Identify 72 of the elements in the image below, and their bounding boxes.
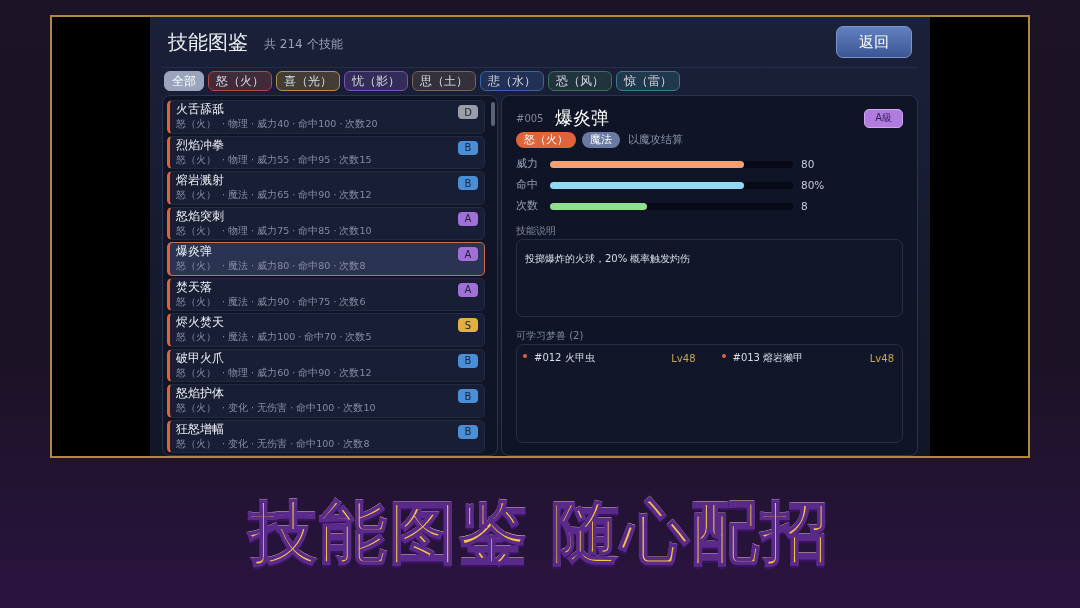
stat-label: 次数 (516, 199, 539, 213)
stat-value: 8 (801, 200, 808, 212)
skill-stats: 怒（火） · 魔法 · 威力100 · 命中70 · 次数5 (176, 331, 373, 345)
skill-row[interactable]: 烬火焚天 怒（火） · 魔法 · 威力100 · 命中70 · 次数5 S (167, 313, 485, 347)
section-label: 技能说明 (516, 224, 557, 238)
page-title: 技能图鉴 (168, 28, 248, 56)
skill-row[interactable]: 狂怒增幅 怒（火） · 变化 · 无伤害 · 命中100 · 次数8 B (167, 419, 485, 453)
creature-name[interactable]: #013 熔岩獭甲 (732, 351, 804, 365)
stat-value: 80 (801, 158, 815, 170)
skill-stats: 怒（火） · 物理 · 威力40 · 命中100 · 次数20 (176, 118, 379, 132)
stat-value: 80% (801, 179, 825, 191)
skill-stats: 怒（火） · 魔法 · 威力80 · 命中80 · 次数8 (176, 260, 367, 274)
skill-name: 爆炎弹 (176, 244, 213, 260)
filter-tab[interactable]: 悲（水） (480, 71, 544, 91)
creature-name[interactable]: #012 火甲虫 (534, 351, 595, 365)
skill-row[interactable]: 火舌舔舐 怒（火） · 物理 · 威力40 · 命中100 · 次数20 D (167, 100, 485, 134)
skill-row[interactable]: 熔岩溅射 怒（火） · 魔法 · 威力65 · 命中90 · 次数12 B (167, 171, 485, 205)
grade-badge: A (458, 211, 478, 226)
skill-name: 熔岩溅射 (176, 173, 225, 189)
skill-row[interactable]: 爆炎弹 怒（火） · 魔法 · 威力80 · 命中80 · 次数8 A (167, 242, 485, 276)
grade-badge: A (458, 247, 478, 261)
skill-row[interactable]: 焚天落 怒（火） · 魔法 · 威力90 · 命中75 · 次数6 A (167, 277, 485, 311)
grade-badge: B (458, 176, 478, 190)
section-label: 可学习梦兽 (2) (516, 329, 585, 343)
skill-title: 爆炎弹 (555, 106, 610, 130)
filter-tab[interactable]: 喜（光） (276, 71, 340, 91)
skill-row[interactable]: 破甲火爪 怒（火） · 物理 · 威力60 · 命中90 · 次数12 B (167, 348, 485, 382)
skill-stats: 怒（火） · 物理 · 威力60 · 命中90 · 次数12 (176, 366, 373, 380)
skill-stats: 怒（火） · 魔法 · 威力65 · 命中90 · 次数12 (176, 189, 373, 203)
stat-label: 威力 (516, 157, 539, 171)
grade-badge: A級 (864, 108, 903, 128)
skill-name: 烬火焚天 (176, 315, 225, 331)
skill-stats: 怒（火） · 变化 · 无伤害 · 命中100 · 次数8 (176, 437, 371, 451)
filter-tab[interactable]: 恐（风） (548, 71, 612, 91)
level-label: Lv48 (671, 352, 696, 364)
skill-number: #005 (516, 112, 544, 124)
grade-badge: A (458, 282, 478, 297)
skill-row[interactable]: 烈焰冲拳 怒（火） · 物理 · 威力55 · 命中95 · 次数15 B (167, 135, 485, 169)
description-box: 投掷爆炸的火球，20% 概率触发灼伤 (516, 239, 903, 317)
filter-tab[interactable]: 怒（火） (208, 71, 272, 91)
type-tag: 怒（火） (516, 132, 576, 148)
level-label: Lv48 (869, 352, 894, 364)
skill-stats: 怒（火） · 变化 · 无伤害 · 命中100 · 次数10 (176, 402, 377, 416)
skill-name: 焚天落 (176, 279, 213, 295)
grade-badge: B (458, 424, 478, 439)
skill-stats: 怒（火） · 物理 · 威力75 · 命中85 · 次数10 (176, 224, 373, 238)
grade-badge: S (458, 318, 478, 332)
filter-tab[interactable]: 惊（雷） (616, 71, 680, 91)
skill-row[interactable]: 怒焰突刺 怒（火） · 物理 · 威力75 · 命中85 · 次数10 A (167, 206, 485, 240)
banner-title: 随心配招 (551, 494, 831, 573)
skill-name: 烈焰冲拳 (176, 137, 225, 153)
skill-name: 怒焰护体 (176, 386, 225, 402)
filter-tab[interactable]: 忧（影） (344, 71, 408, 91)
banner-title: 技能图鉴 (249, 494, 529, 573)
skill-name: 怒焰突刺 (176, 208, 225, 224)
grade-badge: B (458, 389, 478, 403)
skill-stats: 怒（火） · 物理 · 威力55 · 命中95 · 次数15 (176, 153, 373, 167)
grade-badge: D (458, 105, 478, 119)
skill-name: 破甲火爪 (176, 350, 225, 366)
grade-badge: B (458, 353, 478, 368)
damage-note: 以魔攻结算 (628, 133, 683, 147)
scrollbar[interactable] (491, 102, 495, 126)
skill-name: 狂怒增幅 (176, 421, 225, 437)
skill-stats: 怒（火） · 魔法 · 威力90 · 命中75 · 次数6 (176, 295, 367, 309)
skill-count: 共 214 个技能 (264, 35, 343, 53)
type-tag: 魔法 (582, 132, 620, 148)
stat-label: 命中 (516, 178, 539, 192)
grade-badge: B (458, 140, 478, 155)
skill-name: 火舌舔舐 (176, 102, 225, 118)
back-button[interactable]: 返回 (836, 26, 912, 58)
skill-row[interactable]: 怒焰护体 怒（火） · 变化 · 无伤害 · 命中100 · 次数10 B (167, 384, 485, 418)
filter-tab[interactable]: 思（土） (412, 71, 476, 91)
